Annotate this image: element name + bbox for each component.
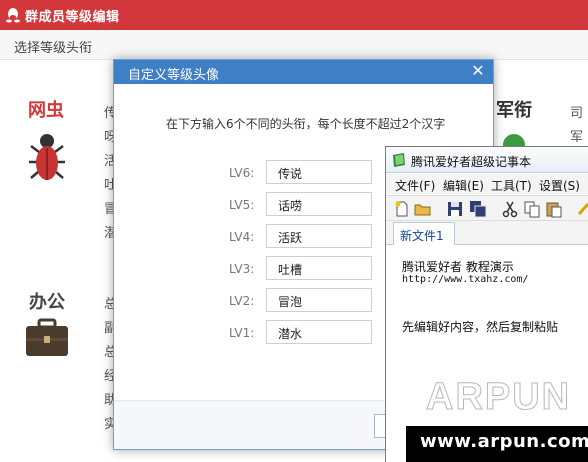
notepad-app-icon [393, 153, 405, 167]
save-icon[interactable] [446, 200, 464, 218]
dialog-title: 自定义等级头像 [128, 68, 220, 83]
lv3-label: LV3: [229, 262, 255, 276]
find-icon[interactable] [576, 200, 588, 218]
notepad-titlebar: 腾讯爱好者超级记事本 [386, 147, 588, 173]
category-junxian-title[interactable]: 军衔 [496, 96, 532, 122]
lv1-label: LV1: [229, 326, 255, 340]
qq-penguin-icon [6, 8, 20, 23]
arpun-watermark: ARPUN [425, 376, 572, 419]
editor-line: 先编辑好内容，然后复制粘贴 [402, 320, 559, 334]
category-bangong-title[interactable]: 办公 [29, 288, 65, 314]
lv3-input[interactable]: 吐槽 [266, 256, 372, 280]
menu-edit[interactable]: 编辑(E) [443, 177, 484, 194]
open-folder-icon[interactable] [414, 200, 432, 218]
paste-icon[interactable] [545, 200, 563, 218]
lv5-input[interactable]: 话唠 [266, 192, 372, 216]
save-all-icon[interactable] [469, 200, 487, 218]
junxian-list-item: 司 [570, 106, 584, 121]
notepad-window: 腾讯爱好者超级记事本 文件(F) 编辑(E) 工具(T) 设置(S) 新文件1 … [385, 146, 588, 462]
briefcase-icon [26, 318, 68, 356]
notepad-toolbar [386, 195, 588, 221]
site-url-banner: www.arpun.com [406, 426, 588, 462]
lv4-input[interactable]: 活跃 [266, 224, 372, 248]
menu-tools[interactable]: 工具(T) [491, 177, 532, 194]
notepad-tabbar: 新文件1 [386, 221, 588, 245]
new-file-icon[interactable] [393, 200, 411, 218]
dialog-instruction: 在下方输入6个不同的头衔，每个长度不超过2个汉字 [166, 117, 446, 131]
editor-line: 腾讯爱好者 教程演示 [402, 260, 514, 274]
dialog-titlebar: 自定义等级头像 ✕ [114, 60, 493, 84]
lv6-label: LV6: [229, 166, 255, 180]
menu-file[interactable]: 文件(F) [395, 177, 435, 194]
lv2-input[interactable]: 冒泡 [266, 288, 372, 312]
lv6-input[interactable]: 传说 [266, 160, 372, 184]
notepad-menubar: 文件(F) 编辑(E) 工具(T) 设置(S) [386, 174, 588, 194]
notepad-title: 腾讯爱好者超级记事本 [411, 155, 532, 169]
lv5-label: LV5: [229, 198, 255, 212]
copy-icon[interactable] [523, 200, 541, 218]
main-window-title: 群成员等级编辑 [25, 10, 120, 25]
lv1-input[interactable]: 潜水 [266, 320, 372, 344]
lv2-label: LV2: [229, 294, 255, 308]
lv4-label: LV4: [229, 230, 255, 244]
menu-settings[interactable]: 设置(S) [539, 177, 580, 194]
junxian-list-item: 军 [570, 130, 584, 145]
close-icon[interactable]: ✕ [469, 62, 487, 80]
cut-icon[interactable] [501, 200, 519, 218]
select-title-label: 选择等级头衔 [14, 41, 93, 56]
main-titlebar: 群成员等级编辑 [0, 0, 588, 30]
bug-icon [29, 134, 65, 180]
category-wangchong-title[interactable]: 网虫 [28, 96, 64, 122]
editor-line-url: http://www.txahz.com/ [402, 274, 529, 285]
main-subheader: 选择等级头衔 [0, 30, 588, 60]
tab-new-file-1[interactable]: 新文件1 [393, 222, 455, 245]
